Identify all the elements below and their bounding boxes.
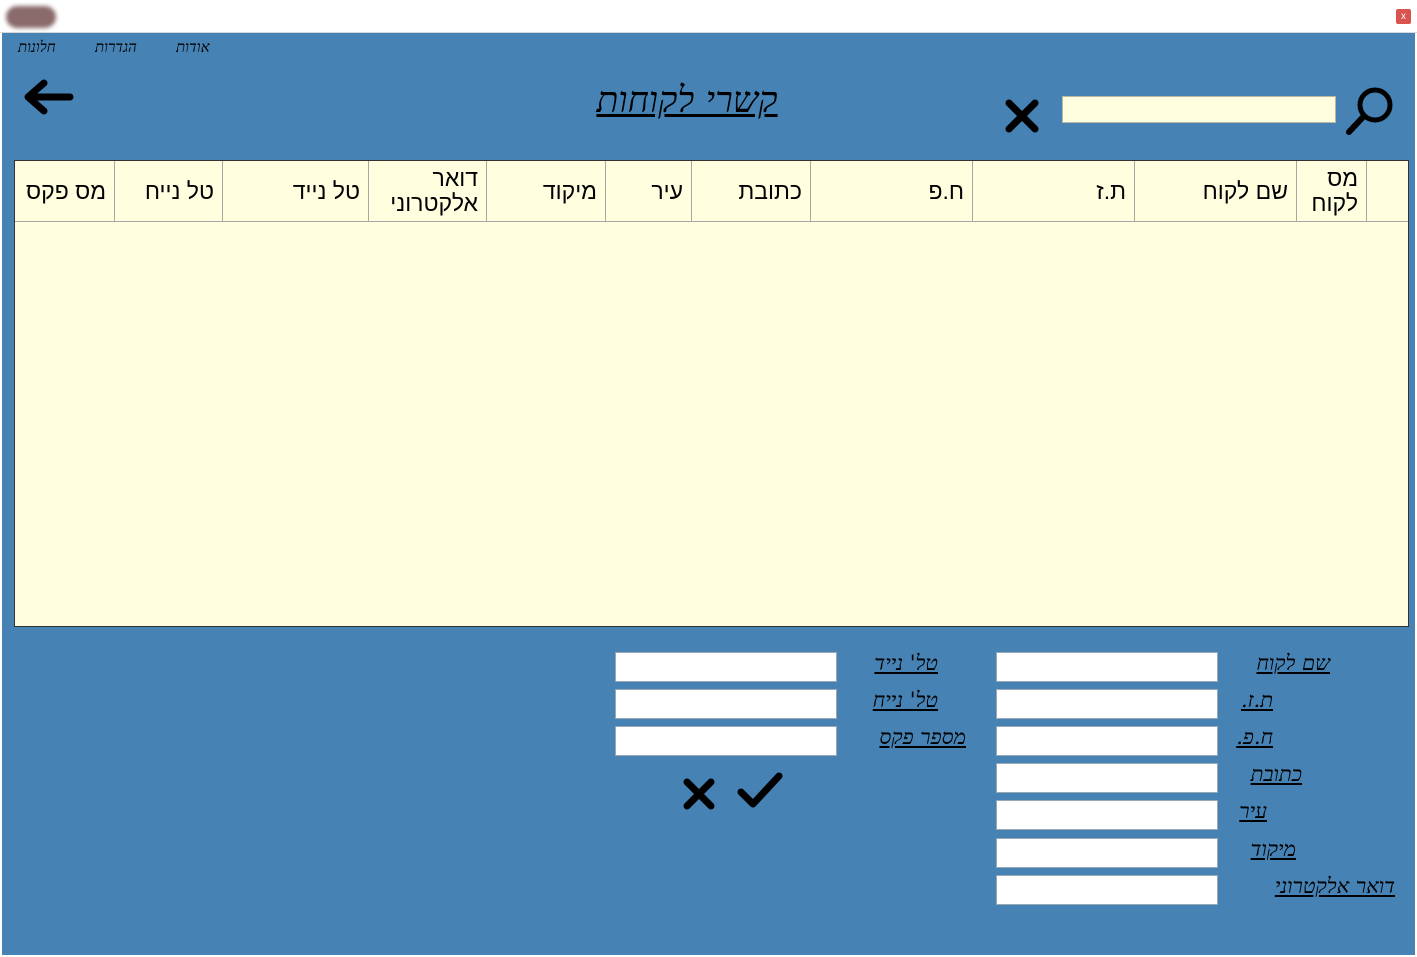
col-header-city[interactable]: עיר	[605, 161, 691, 221]
col-header-customer-name[interactable]: שם לקוח	[1134, 161, 1296, 221]
city-input[interactable]	[996, 800, 1218, 830]
label-fax-number: מספר פקס	[879, 725, 966, 749]
label-zip: מיקוד	[1250, 837, 1296, 861]
id-input[interactable]	[996, 689, 1218, 719]
col-header-address[interactable]: כתובת	[691, 161, 810, 221]
main-window: חלונות הגדרות אודות קשרי לקוחות מס לקוח …	[2, 33, 1415, 955]
grid-header: מס לקוח שם לקוח ת.ז ח.פ כתובת עיר מיקוד …	[15, 161, 1408, 222]
confirm-check-icon[interactable]	[735, 770, 785, 812]
clear-search-icon[interactable]	[1002, 96, 1042, 136]
customer-name-input[interactable]	[996, 652, 1218, 682]
customers-grid[interactable]: מס לקוח שם לקוח ת.ז ח.פ כתובת עיר מיקוד …	[14, 160, 1409, 627]
label-email: דואר אלקטרוני	[1274, 874, 1395, 898]
search-icon[interactable]	[1342, 84, 1400, 138]
zip-input[interactable]	[996, 838, 1218, 868]
menu-about[interactable]: אודות	[176, 38, 210, 57]
app-icon	[6, 6, 56, 28]
col-header-mobile[interactable]: טל נייד	[222, 161, 368, 221]
search-input[interactable]	[1062, 96, 1336, 123]
col-header-landline[interactable]: טל נייח	[114, 161, 222, 221]
col-header-zip[interactable]: מיקוד	[486, 161, 605, 221]
menu-windows[interactable]: חלונות	[18, 38, 56, 57]
col-header-email[interactable]: דואר אלקטרוני	[368, 161, 486, 221]
menu-settings[interactable]: הגדרות	[95, 38, 137, 57]
window-close-button[interactable]: x	[1396, 9, 1411, 24]
title-bar: x	[0, 0, 1417, 33]
back-arrow-icon[interactable]	[18, 75, 78, 119]
label-id: ת.ז.	[1240, 688, 1273, 712]
company-id-input[interactable]	[996, 726, 1218, 756]
col-header-id[interactable]: ת.ז	[972, 161, 1134, 221]
label-address: כתובת	[1250, 762, 1302, 786]
label-landline-phone: טל' נייח	[872, 688, 938, 712]
page-title: קשרי לקוחות	[596, 80, 778, 121]
col-header-fax[interactable]: מס פקס	[15, 161, 114, 221]
mobile-phone-input[interactable]	[615, 652, 837, 682]
label-mobile-phone: טל' נייד	[874, 651, 938, 675]
label-customer-name: שם לקוח	[1256, 651, 1330, 675]
fax-number-input[interactable]	[615, 726, 837, 756]
address-input[interactable]	[996, 763, 1218, 793]
label-city: עיר	[1239, 799, 1267, 823]
row-header-corner	[1366, 161, 1408, 221]
cancel-x-icon[interactable]	[679, 774, 719, 814]
email-input[interactable]	[996, 875, 1218, 905]
col-header-company-id[interactable]: ח.פ	[810, 161, 972, 221]
col-header-customer-number[interactable]: מס לקוח	[1296, 161, 1366, 221]
label-company-id: ח.פ.	[1236, 725, 1273, 749]
landline-phone-input[interactable]	[615, 689, 837, 719]
